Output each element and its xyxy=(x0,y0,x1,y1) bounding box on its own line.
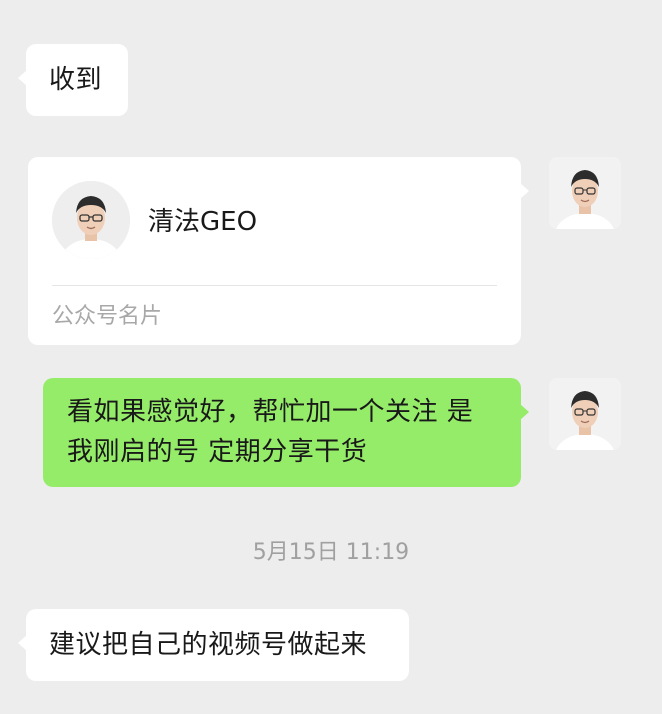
person-avatar-icon xyxy=(52,181,130,259)
sender-avatar[interactable] xyxy=(549,378,621,450)
clipped-text-icon xyxy=(206,0,296,2)
message-text: 收到 xyxy=(49,65,103,95)
card-type-label: 公众号名片 xyxy=(52,304,163,329)
person-avatar-icon xyxy=(549,378,621,450)
card-contact-name: 清法GEO xyxy=(148,207,258,237)
card-divider xyxy=(52,285,497,286)
received-message-bubble[interactable]: 收到 xyxy=(18,44,128,116)
sent-message-bubble[interactable]: 看如果感觉好，帮忙加一个关注 是我刚启的号 定期分享干货 xyxy=(43,378,529,487)
message-text: 建议把自己的视频号做起来 xyxy=(49,630,368,660)
card-avatar-icon xyxy=(52,181,130,259)
sender-avatar[interactable] xyxy=(549,157,621,229)
contact-card-bubble[interactable]: 清法GEO 公众号名片 xyxy=(28,157,529,345)
message-text: 看如果感觉好，帮忙加一个关注 是我刚启的号 定期分享干货 xyxy=(67,397,474,467)
chat-conversation: 收到 清法GEO 公众号名片 看如果感觉好，帮忙加一个关注 是我刚启的号 定期分… xyxy=(0,0,662,714)
person-avatar-icon xyxy=(549,157,621,229)
clipped-top-fragment xyxy=(206,0,296,2)
message-timestamp: 5月15日 11:19 xyxy=(252,540,410,565)
received-message-bubble[interactable]: 建议把自己的视频号做起来 xyxy=(18,609,409,681)
